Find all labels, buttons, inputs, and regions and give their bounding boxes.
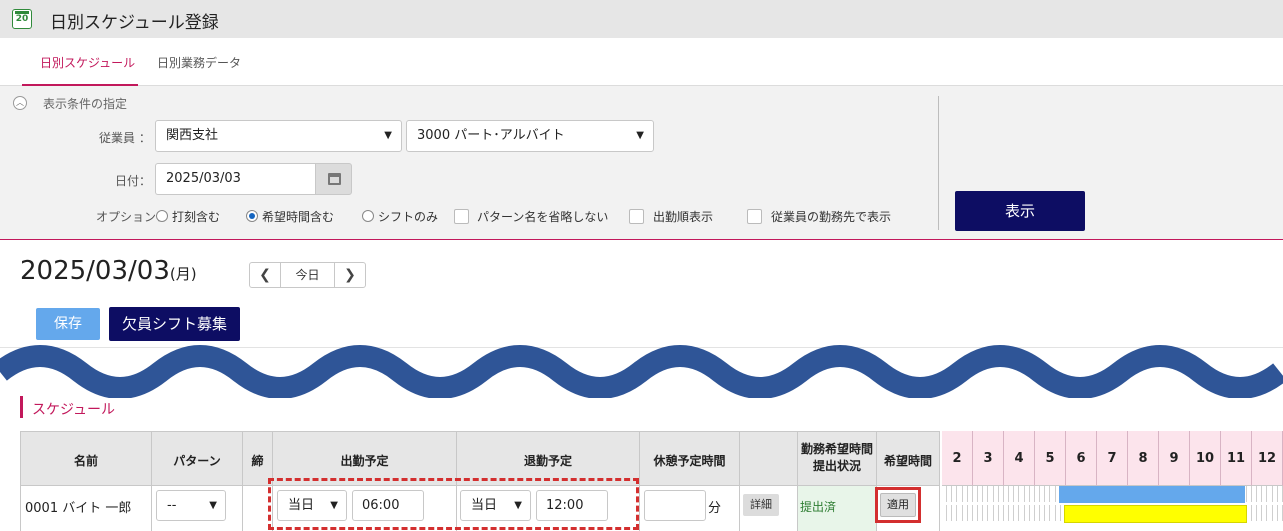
highlight-red-box — [875, 487, 921, 523]
highlight-dashed-box — [268, 478, 639, 530]
timeline-planned-bar — [1059, 486, 1245, 503]
employee-org-select[interactable]: 関西支社 ▼ — [155, 120, 402, 152]
timeline-hour-7: 7 — [1097, 431, 1128, 486]
option-request-time-label: 希望時間含む — [262, 210, 335, 224]
option-attendance-order-checkbox[interactable] — [629, 209, 644, 224]
employee-type-select[interactable]: 3000 パート･アルバイト ▼ — [406, 120, 654, 152]
current-date-heading: 2025/03/03(月) — [20, 256, 197, 286]
date-input[interactable]: 2025/03/03 — [155, 163, 315, 195]
timeline-hour-12: 12 — [1252, 431, 1283, 486]
option-shift-only-label: シフトのみ — [378, 210, 439, 224]
column-header-name: 名前 — [20, 431, 152, 486]
option-punch-radio[interactable] — [156, 210, 168, 222]
column-header-request-time: 希望時間 — [877, 431, 940, 486]
current-date: 2025/03/03 — [20, 256, 170, 286]
option-request-time-radio[interactable] — [246, 210, 258, 222]
title-bar: 20 日別スケジュール登録 — [0, 0, 1283, 38]
timeline-hour-11: 11 — [1221, 431, 1252, 486]
tab-daily-work-data[interactable]: 日別業務データ — [157, 54, 241, 71]
option-shift-only-radio[interactable] — [362, 210, 374, 222]
pattern-select[interactable]: -- ▼ — [156, 490, 226, 521]
calendar-picker-button[interactable] — [315, 163, 352, 195]
timeline-hour-5: 5 — [1035, 431, 1066, 486]
today-button[interactable]: 今日 — [281, 263, 334, 287]
chevron-down-icon: ▼ — [209, 500, 217, 511]
table-row: 0001 バイト 一郎 — [20, 486, 152, 531]
timeline-hour-10: 10 — [1190, 431, 1221, 486]
calendar-icon: 20 — [12, 9, 32, 29]
timeline-slot[interactable] — [1278, 505, 1283, 521]
option-attendance-order-label: 出勤順表示 — [653, 210, 714, 224]
option-full-pattern-label: パターン名を省略しない — [477, 210, 609, 224]
collapse-chevron-icon[interactable]: ︿ — [13, 96, 27, 110]
request-status-cell: 提出済 — [798, 486, 877, 531]
previous-day-icon[interactable]: ❮ — [250, 263, 281, 287]
employee-org-value: 関西支社 — [166, 128, 219, 143]
employee-type-value: 3000 パート･アルバイト — [417, 128, 565, 143]
employee-label: 従業員 ： — [99, 131, 151, 145]
timeline-hour-3: 3 — [973, 431, 1004, 486]
next-day-icon[interactable]: ❯ — [334, 263, 365, 287]
pattern-value: -- — [167, 498, 177, 513]
section-accent-bar — [20, 396, 23, 418]
panel-divider — [938, 96, 939, 230]
timeline-requested-bar — [1064, 505, 1247, 523]
window-title: 日別スケジュール登録 — [50, 13, 219, 33]
request-status-value: 提出済 — [800, 500, 837, 514]
conditions-title: 表示条件の指定 — [43, 97, 128, 111]
calendar-icon — [328, 173, 341, 185]
break-unit: 分 — [708, 501, 722, 516]
schedule-section-title: スケジュール — [32, 402, 116, 418]
timeline-hour-8: 8 — [1128, 431, 1159, 486]
column-header-detail — [740, 431, 798, 486]
option-workplace-label: 従業員の勤務先で表示 — [771, 210, 892, 224]
timeline-hour-2: 2 — [942, 431, 973, 486]
current-weekday: (月) — [169, 265, 197, 283]
timeline-hour-9: 9 — [1159, 431, 1190, 486]
column-header-pattern: パターン — [152, 431, 243, 486]
chevron-down-icon: ▼ — [384, 130, 392, 141]
timeline-slot[interactable] — [1278, 486, 1283, 502]
option-punch-label: 打刻含む — [172, 210, 221, 224]
timeline-hour-6: 6 — [1066, 431, 1097, 486]
column-header-request-status: 勤務希望時間 提出状況 — [798, 431, 877, 486]
show-button[interactable]: 表示 — [955, 191, 1085, 231]
tab-bar: 日別スケジュール 日別業務データ — [0, 38, 1283, 86]
display-conditions-panel: ︿ 表示条件の指定 従業員 ： 関西支社 ▼ 3000 パート･アルバイト ▼ … — [0, 86, 1283, 240]
tab-daily-schedule[interactable]: 日別スケジュール — [40, 54, 135, 71]
option-full-pattern-checkbox[interactable] — [454, 209, 469, 224]
omission-wave-graphic — [0, 345, 1283, 398]
break-minutes-input[interactable] — [644, 490, 706, 521]
chevron-down-icon: ▼ — [636, 130, 644, 141]
vacancy-shift-recruit-button[interactable]: 欠員シフト募集 — [109, 307, 240, 341]
date-label: 日付： — [115, 174, 152, 188]
option-workplace-checkbox[interactable] — [747, 209, 762, 224]
save-button[interactable]: 保存 — [36, 308, 100, 340]
column-header-break: 休憩予定時間 — [640, 431, 740, 486]
employee-name: 0001 バイト 一郎 — [25, 501, 132, 516]
detail-button[interactable]: 詳細 — [743, 494, 779, 516]
day-navigation: ❮ 今日 ❯ — [249, 262, 366, 288]
timeline-hour-4: 4 — [1004, 431, 1035, 486]
